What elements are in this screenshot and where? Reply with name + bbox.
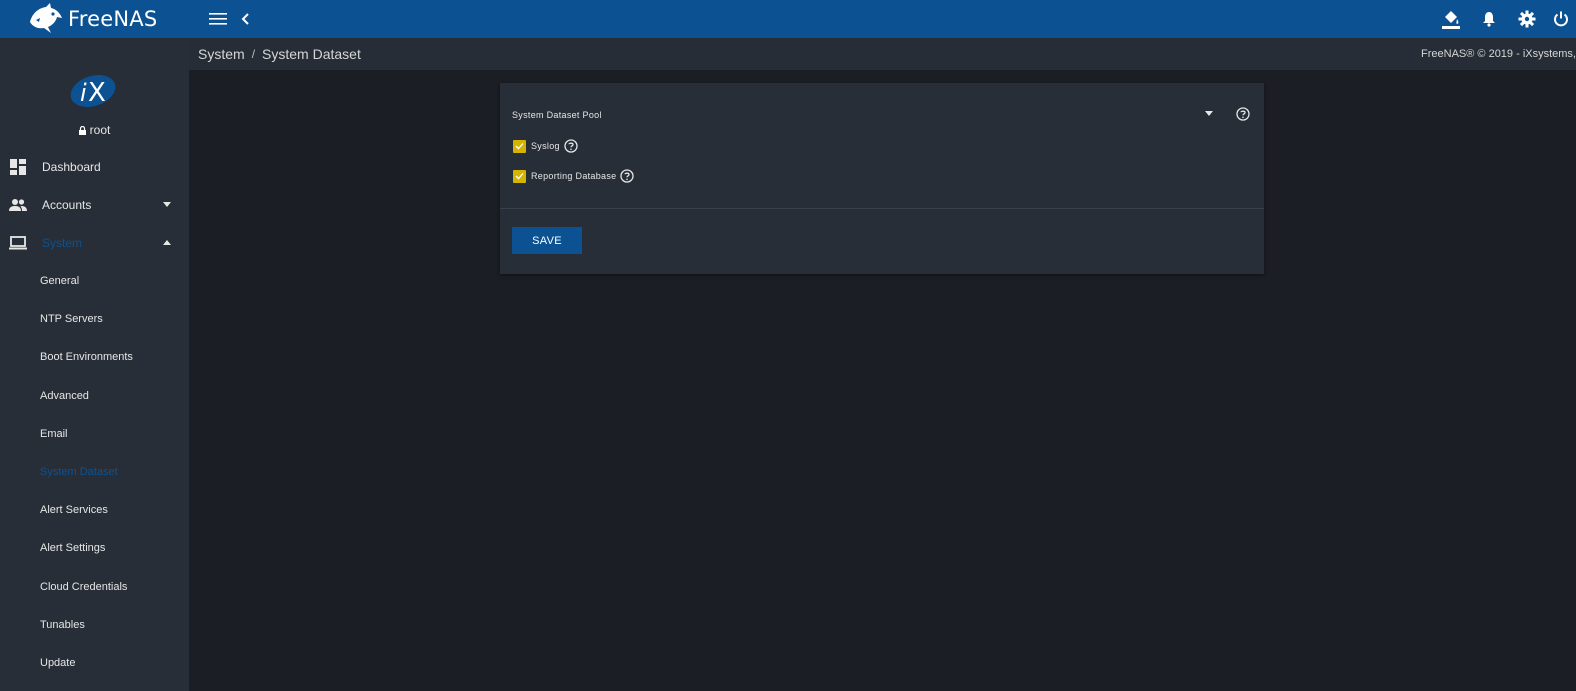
sidebar-item-label: Dashboard bbox=[42, 160, 101, 174]
theme-bucket-icon bbox=[1442, 11, 1460, 29]
collapse-sidebar-button[interactable] bbox=[233, 0, 257, 38]
reporting-database-label: Reporting Database bbox=[531, 171, 617, 181]
menu-icon bbox=[209, 13, 227, 25]
reporting-database-checkbox-row: Reporting Database bbox=[513, 169, 635, 183]
sidebar-item-accounts[interactable]: Accounts bbox=[0, 186, 189, 224]
sidebar-subitem-boot-environments[interactable]: Boot Environments bbox=[0, 338, 189, 376]
lock-icon bbox=[78, 126, 86, 135]
people-icon bbox=[9, 196, 27, 214]
brand-logo[interactable]: FreeNAS bbox=[0, 0, 189, 38]
top-toolbar: FreeNAS bbox=[0, 0, 1576, 38]
bell-icon bbox=[1483, 12, 1495, 27]
sidebar-item-label: System bbox=[42, 236, 83, 250]
sidebar-subitem-general[interactable]: General bbox=[0, 262, 189, 300]
svg-text:i: i bbox=[80, 79, 87, 107]
save-button[interactable]: SAVE bbox=[512, 227, 582, 254]
sidebar-subitem-ntp-servers[interactable]: NTP Servers bbox=[0, 300, 189, 338]
checkmark-icon bbox=[515, 173, 524, 180]
gear-icon bbox=[1518, 10, 1536, 28]
theme-button[interactable] bbox=[1432, 0, 1470, 38]
username: root bbox=[89, 123, 111, 137]
sidebar-subitem-cloud-credentials[interactable]: Cloud Credentials bbox=[0, 568, 189, 606]
system-dataset-form-card: System Dataset Pool Syslog Reporting Dat… bbox=[500, 83, 1264, 274]
sidebar-subitem-email[interactable]: Email bbox=[0, 415, 189, 453]
power-icon bbox=[1554, 11, 1568, 27]
svg-text:X: X bbox=[88, 78, 106, 108]
breadcrumb-parent[interactable]: System bbox=[198, 46, 245, 62]
breadcrumb-current: System Dataset bbox=[262, 46, 361, 62]
chevron-left-icon bbox=[241, 13, 249, 25]
sidebar-subitem-system-dataset[interactable]: System Dataset bbox=[0, 453, 189, 491]
sidebar-item-label: Accounts bbox=[42, 198, 92, 212]
sidebar-subitem-advanced[interactable]: Advanced bbox=[0, 377, 189, 415]
sidebar-subitem-alert-settings[interactable]: Alert Settings bbox=[0, 529, 189, 567]
checkmark-icon bbox=[515, 143, 524, 150]
freenas-shark-icon bbox=[30, 3, 62, 33]
breadcrumb: System / System Dataset bbox=[198, 46, 361, 62]
user-profile: i X root bbox=[0, 38, 189, 140]
chevron-down-icon bbox=[163, 202, 171, 207]
settings-button[interactable] bbox=[1508, 0, 1546, 38]
syslog-label: Syslog bbox=[531, 141, 560, 151]
sidebar: i X root Dashboard Accounts System Gener… bbox=[0, 38, 189, 691]
reporting-database-checkbox[interactable] bbox=[513, 169, 526, 183]
dropdown-arrow-icon[interactable] bbox=[1205, 111, 1213, 116]
laptop-icon bbox=[9, 234, 27, 252]
power-button[interactable] bbox=[1546, 0, 1576, 38]
syslog-checkbox-row: Syslog bbox=[513, 139, 578, 153]
ixsystems-logo-icon: i X bbox=[70, 75, 116, 108]
copyright-text: FreeNAS® © 2019 - iXsystems, bbox=[1421, 48, 1576, 60]
sidebar-item-system[interactable]: System bbox=[0, 224, 189, 262]
sidebar-subitem-alert-services[interactable]: Alert Services bbox=[0, 491, 189, 529]
sidebar-subitem-update[interactable]: Update bbox=[0, 644, 189, 682]
notifications-button[interactable] bbox=[1470, 0, 1508, 38]
pool-select-label: System Dataset Pool bbox=[512, 110, 602, 120]
brand-name: FreeNAS bbox=[68, 7, 158, 31]
breadcrumb-bar: System / System Dataset FreeNAS® © 2019 … bbox=[189, 38, 1576, 70]
help-icon[interactable] bbox=[1236, 107, 1250, 121]
help-icon[interactable] bbox=[620, 169, 635, 183]
chevron-up-icon bbox=[163, 240, 171, 245]
sidebar-subitem-tunables[interactable]: Tunables bbox=[0, 606, 189, 644]
breadcrumb-separator: / bbox=[251, 47, 256, 61]
sidebar-item-dashboard[interactable]: Dashboard bbox=[0, 148, 189, 186]
username-line: root bbox=[0, 123, 189, 137]
menu-toggle-button[interactable] bbox=[203, 0, 233, 38]
syslog-checkbox[interactable] bbox=[513, 139, 526, 153]
help-icon[interactable] bbox=[564, 139, 578, 153]
dashboard-icon bbox=[9, 158, 27, 176]
pool-select[interactable]: System Dataset Pool bbox=[512, 105, 1252, 123]
form-divider bbox=[500, 208, 1264, 209]
